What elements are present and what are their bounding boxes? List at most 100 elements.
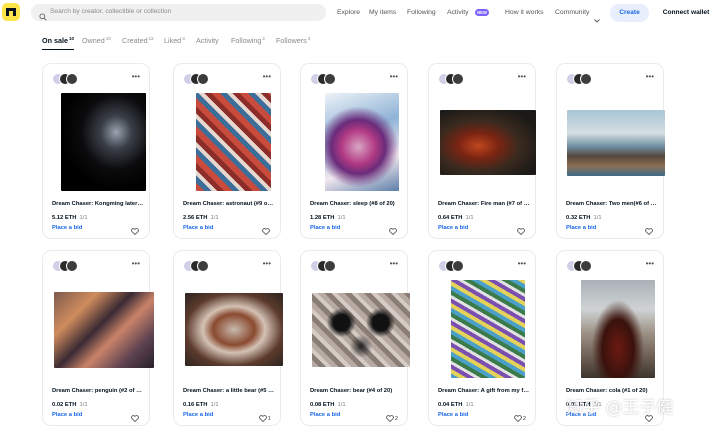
place-bid-link[interactable]: Place a bid [310,225,340,231]
tab-liked[interactable]: Liked3 [164,36,185,45]
more-icon[interactable]: ••• [132,72,140,81]
logo-icon[interactable] [2,3,20,21]
like-button[interactable] [517,223,526,236]
nft-price: 0.04 ETH 1/1 [438,402,474,408]
nft-card[interactable]: ••• Dream Chaser: Two men(#6 of 20) 0.32… [556,63,665,239]
nft-title[interactable]: Dream Chaser: astronaut (#9 of 20) [183,201,275,207]
nft-artwork[interactable] [54,292,154,368]
owner-avatars[interactable] [566,260,594,272]
place-bid-link[interactable]: Place a bid [52,225,82,231]
tab-followers[interactable]: Followers4 [276,36,310,45]
like-button[interactable] [645,223,654,236]
nft-title[interactable]: Dream Chaser: Kongming latern (#5 of 20) [52,201,144,207]
like-button[interactable] [262,223,271,236]
search-bar[interactable]: Search by creator, collectible or collec… [31,4,326,21]
like-button[interactable] [389,223,398,236]
like-button[interactable]: 2 [385,410,398,423]
nft-title[interactable]: Dream Chaser: A gift from my friend (#3 … [438,388,530,394]
chevron-down-icon[interactable] [594,10,600,28]
nft-artwork[interactable] [581,280,655,378]
nft-artwork[interactable] [312,293,410,367]
place-bid-link[interactable]: Place a bid [438,412,468,418]
nft-card[interactable]: ••• Dream Chaser: Kongming latern (#5 of… [42,63,150,239]
nft-artwork[interactable] [325,93,399,191]
nav-activity[interactable]: Activity [447,9,469,16]
place-bid-link[interactable]: Place a bid [183,412,213,418]
avatar [452,73,464,85]
nft-title[interactable]: Dream Chaser: bear (#4 of 20) [310,388,402,394]
watermark: 知乎 @王子健 [566,398,674,418]
owner-avatars[interactable] [438,260,466,272]
more-icon[interactable]: ••• [390,72,398,81]
nav-following[interactable]: Following [407,9,436,16]
nft-card[interactable]: ••• Dream Chaser: a little bear (#5 of 2… [173,250,283,426]
owner-avatars[interactable] [52,260,80,272]
like-button[interactable]: 1 [258,410,271,423]
tab-owned[interactable]: Owned10 [82,36,111,45]
more-icon[interactable]: ••• [646,72,654,81]
more-icon[interactable]: ••• [263,259,271,268]
place-bid-link[interactable]: Place a bid [438,225,468,231]
nft-title[interactable]: Dream Chaser: Two men(#6 of 20) [566,201,658,207]
search-input[interactable]: Search by creator, collectible or collec… [50,8,171,15]
more-icon[interactable]: ••• [518,259,526,268]
like-button[interactable] [131,410,140,423]
nft-card[interactable]: ••• Dream Chaser: bear (#4 of 20) 0.08 E… [300,250,410,426]
more-icon[interactable]: ••• [390,259,398,268]
nft-title[interactable]: Dream Chaser: a little bear (#5 of 20) [183,388,275,394]
owner-avatars[interactable] [52,73,80,85]
create-button[interactable]: Create [610,4,649,22]
like-button[interactable] [131,223,140,236]
like-count: 2 [522,415,526,422]
nft-card[interactable]: ••• Dream Chaser: penguin (#2 of 20) 0.0… [42,250,154,426]
owner-avatars[interactable] [183,260,211,272]
nav-my-items[interactable]: My items [369,9,396,16]
nft-artwork[interactable] [451,280,525,378]
more-icon[interactable]: ••• [132,259,140,268]
place-bid-link[interactable]: Place a bid [52,412,82,418]
nft-price: 0.32 ETH 1/1 [566,215,602,221]
nav-explore[interactable]: Explore [337,9,360,16]
active-tab-indicator [42,49,74,50]
heart-icon [513,415,522,423]
owner-avatars[interactable] [183,73,211,85]
nft-price: 5.12 ETH 1/1 [52,215,88,221]
avatar [324,260,336,272]
like-count: 1 [267,415,271,422]
nft-card[interactable]: ••• Dream Chaser: A gift from my friend … [428,250,536,426]
more-icon[interactable]: ••• [263,72,271,81]
nft-card[interactable]: ••• Dream Chaser: Fire man (#7 of 20) 0.… [428,63,536,239]
nft-title[interactable]: Dream Chaser: sleep (#8 of 20) [310,201,402,207]
nft-artwork[interactable] [440,110,536,175]
owner-avatars[interactable] [438,73,466,85]
nft-card[interactable]: ••• Dream Chaser: sleep (#8 of 20) 1.28 … [300,63,408,239]
nft-card[interactable]: ••• Dream Chaser: astronaut (#9 of 20) 2… [173,63,281,239]
nft-artwork[interactable] [185,293,283,366]
nft-artwork[interactable] [61,93,146,191]
nft-title[interactable]: Dream Chaser: Fire man (#7 of 20) [438,201,530,207]
tab-created[interactable]: Created12 [122,36,154,45]
nft-artwork[interactable] [196,93,271,191]
tab-on-sale[interactable]: On sale10 [42,36,74,45]
more-icon[interactable]: ••• [518,72,526,81]
nft-price: 1.28 ETH 1/1 [310,215,346,221]
connect-wallet-button[interactable]: Connect wallet [656,4,716,22]
avatar [197,73,209,85]
nav-community[interactable]: Community [555,9,589,16]
heart-icon [131,228,139,236]
tab-activity[interactable]: Activity [196,36,220,45]
owner-avatars[interactable] [310,73,338,85]
nav-how-it-works[interactable]: How it works [505,9,544,16]
nft-artwork[interactable] [567,110,665,176]
owner-avatars[interactable] [566,73,594,85]
tab-following[interactable]: Following2 [231,36,265,45]
owner-avatars[interactable] [310,260,338,272]
more-icon[interactable]: ••• [646,259,654,268]
place-bid-link[interactable]: Place a bid [566,225,596,231]
like-count: 2 [394,415,398,422]
like-button[interactable]: 2 [513,410,526,423]
place-bid-link[interactable]: Place a bid [183,225,213,231]
place-bid-link[interactable]: Place a bid [310,412,340,418]
new-badge: NEW [475,9,489,16]
nft-title[interactable]: Dream Chaser: penguin (#2 of 20) [52,388,144,394]
